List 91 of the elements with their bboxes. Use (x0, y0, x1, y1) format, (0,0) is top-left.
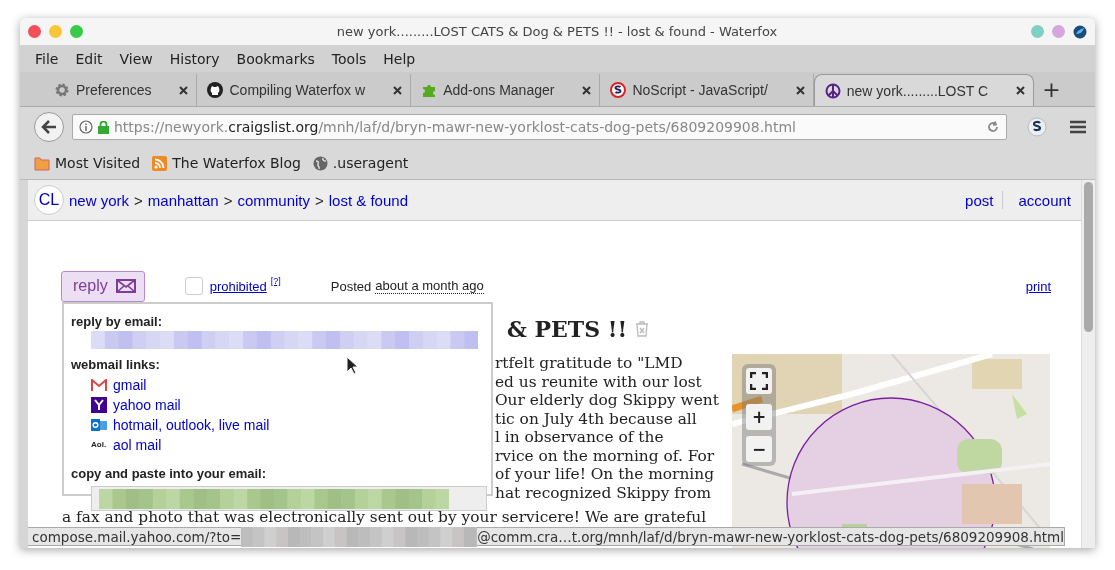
back-button[interactable] (34, 112, 64, 142)
post-text-line: tic on July 4th because all (495, 409, 698, 428)
browser-tab[interactable]: new york.........LOST C (813, 74, 1035, 106)
puzzle-icon (421, 82, 438, 98)
post-title: & PETS !! (507, 316, 628, 342)
post-text-line: hat recognized Skippy from (495, 483, 713, 502)
header-link[interactable]: post (965, 191, 994, 209)
breadcrumb-link[interactable]: lost & found (328, 191, 408, 209)
close-tab-icon[interactable] (1016, 86, 1026, 95)
close-tab-icon[interactable] (795, 85, 805, 95)
window-button[interactable] (1052, 25, 1065, 38)
posted-time: about a month ago (375, 278, 484, 294)
post-text-line: rvice on the morning of. For (495, 446, 716, 465)
webmail-link[interactable]: yahoo mail (113, 396, 181, 413)
o-envelope-icon (91, 416, 107, 433)
zoom-out-button[interactable]: − (746, 436, 772, 462)
breadcrumb-separator: > (134, 191, 143, 209)
scrollbar[interactable] (1081, 180, 1095, 548)
peace-icon (824, 82, 841, 99)
cursor-icon (346, 356, 358, 374)
prohibited-link[interactable]: prohibited (209, 278, 267, 294)
aol-logo: Aol. (91, 440, 107, 449)
breadcrumb-link[interactable]: manhattan (147, 191, 219, 209)
browser-tab[interactable]: Compiling Waterfox w (197, 74, 412, 106)
fox-globe-icon (1073, 24, 1087, 39)
reply-email-label: reply by email: (71, 314, 163, 329)
maximize-button[interactable] (70, 25, 83, 38)
menu-item[interactable]: Help (376, 48, 423, 69)
address-field[interactable]: https://newyork.craigslist.org/mnh/laf/d/bryn-mawr-new-yorklost-cats-dog-pets/6809209908.html (72, 114, 1007, 140)
close-tab-icon[interactable] (179, 85, 189, 95)
webmail-link[interactable]: gmail (113, 376, 147, 393)
print-link[interactable]: print (1025, 278, 1051, 294)
breadcrumb-link[interactable]: new york (69, 191, 130, 209)
trash-icon[interactable] (635, 321, 650, 337)
rss-icon (152, 155, 168, 171)
s-circle-icon[interactable] (1027, 117, 1047, 137)
reload-icon[interactable] (986, 120, 1000, 134)
browser-tab[interactable]: Preferences (44, 74, 198, 106)
email-field[interactable] (91, 486, 487, 511)
browser-tab[interactable]: Add-ons Manager (411, 74, 601, 106)
menu-item[interactable]: Bookmarks (229, 48, 322, 69)
bookmark-item[interactable]: Most Visited (34, 155, 141, 171)
menu-item[interactable]: View (112, 48, 160, 69)
close-tab-icon[interactable] (582, 85, 592, 95)
status-url: @comm.cra…t.org/mnh/laf/d/bryn-mawr-new-yorklost-cats-dog-pets/6809209908.html (477, 528, 1064, 545)
new-tab-button[interactable]: + (1034, 77, 1069, 106)
fullscreen-button[interactable] (746, 368, 772, 394)
back-arrow-icon (41, 120, 57, 134)
cat-silhouette-icon (207, 82, 224, 98)
site-logo[interactable]: CL (34, 185, 64, 215)
envelope-icon (115, 279, 136, 293)
close-tab-icon[interactable] (393, 85, 403, 95)
reply-button[interactable]: reply (61, 270, 145, 302)
flag-checkbox[interactable] (184, 277, 203, 295)
url-text: https://newyork.craigslist.org/mnh/laf/d/bryn-mawr-new-yorklost-cats-dog-pets/6809209908.html (114, 119, 797, 135)
folder-icon (34, 155, 50, 171)
globe-icon (312, 155, 328, 171)
post-text-line: l in observance of the (495, 428, 665, 447)
posted-label: Posted (330, 278, 372, 294)
window-title: new york.........LOST CATS & Dog & PETS !! - lost & found - Waterfox (335, 24, 779, 39)
info-icon (79, 120, 93, 134)
post-text-line: rtfelt gratitude to "LMD (495, 354, 684, 373)
header-link[interactable]: account (1018, 191, 1071, 209)
copy-paste-label: copy and paste into your email: (71, 466, 267, 481)
help-link[interactable]: [?] (270, 276, 281, 286)
bookmark-item[interactable]: The Waterfox Blog (152, 155, 301, 171)
gear-icon (54, 82, 70, 98)
close-button[interactable] (28, 25, 41, 38)
webmail-link[interactable]: hotmail, outlook, live mail (113, 416, 270, 433)
webmail-label: webmail links: (71, 357, 160, 372)
webmail-link[interactable]: aol mail (113, 436, 162, 453)
s-circle-icon (610, 82, 627, 98)
post-text-line: a fax and photo that was electronically sent out by your servicere! We are grateful (62, 508, 707, 527)
breadcrumb-link[interactable]: community (237, 191, 310, 209)
post-text-line: of your life! On the morning (495, 465, 716, 484)
status-url: compose.mail.yahoo.com/?to= (32, 528, 242, 545)
browser-tab[interactable]: NoScript - JavaScript/ (600, 74, 814, 106)
menu-item[interactable]: Tools (324, 48, 374, 69)
breadcrumb-separator: > (315, 191, 324, 209)
menu-item[interactable]: Edit (68, 48, 110, 69)
post-text-line: Our elderly dog Skippy went (495, 391, 720, 410)
menu-icon[interactable] (1069, 120, 1087, 134)
envelope-m-icon (91, 378, 107, 391)
menu-item[interactable]: File (28, 48, 66, 69)
breadcrumb-separator: > (223, 191, 233, 209)
y-square-icon (91, 396, 107, 413)
lock-icon (98, 120, 109, 134)
post-text-line: ed us reunite with our lost (495, 372, 703, 391)
zoom-in-button[interactable]: + (746, 404, 772, 430)
bookmark-item[interactable]: .useragent (312, 155, 409, 171)
menu-item[interactable]: History (162, 48, 227, 69)
